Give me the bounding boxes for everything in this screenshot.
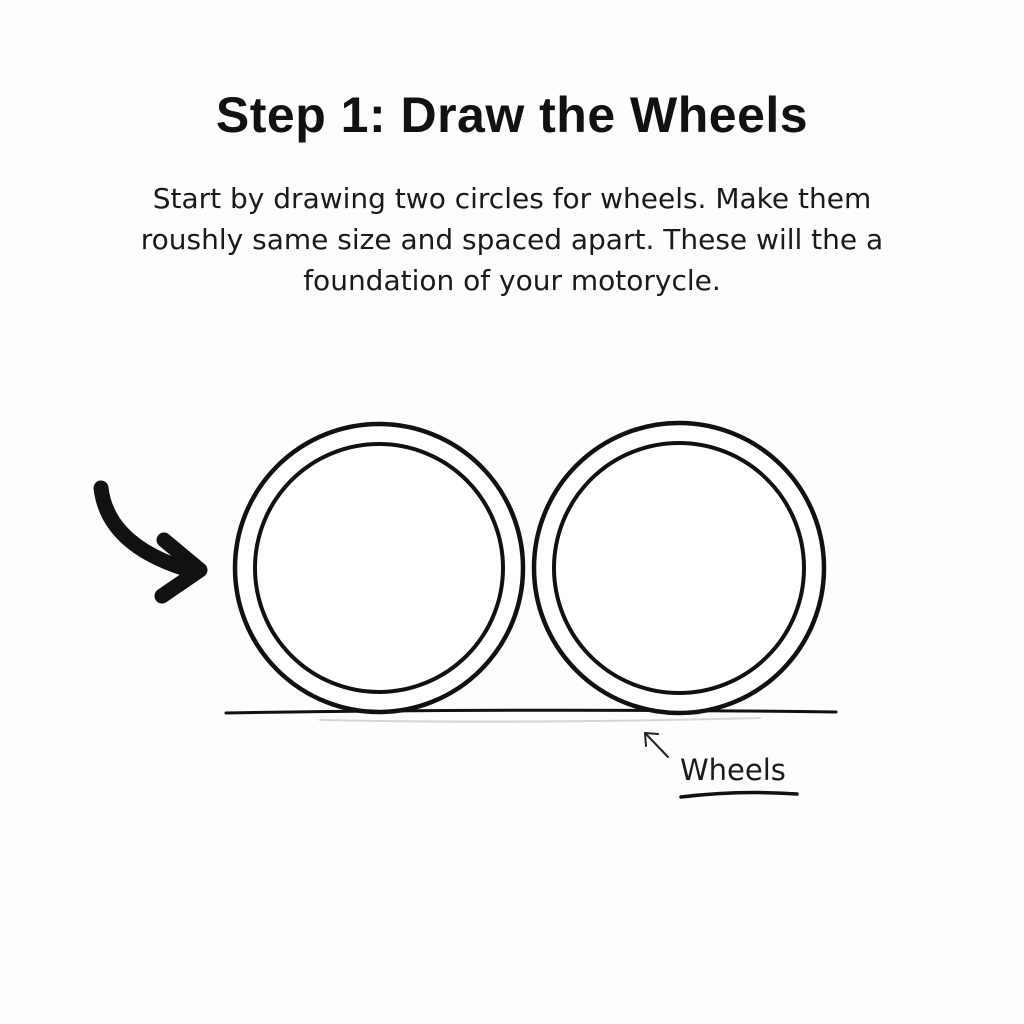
curved-arrow-icon: [93, 480, 208, 604]
small-arrow-icon: [644, 732, 669, 758]
left-wheel: [232, 421, 526, 715]
label-underline: [679, 790, 799, 799]
ground-line: [224, 708, 838, 715]
left-wheel-inner-rim: [253, 442, 505, 694]
right-wheel-inner-rim: [552, 441, 806, 695]
right-wheel: [531, 420, 827, 716]
tutorial-page: Step 1: Draw the Wheels Start by drawing…: [0, 0, 1024, 1024]
wheels-label: Wheels: [680, 753, 786, 787]
ground-line-shadow: [319, 717, 761, 723]
wheels-drawing: [93, 420, 838, 799]
